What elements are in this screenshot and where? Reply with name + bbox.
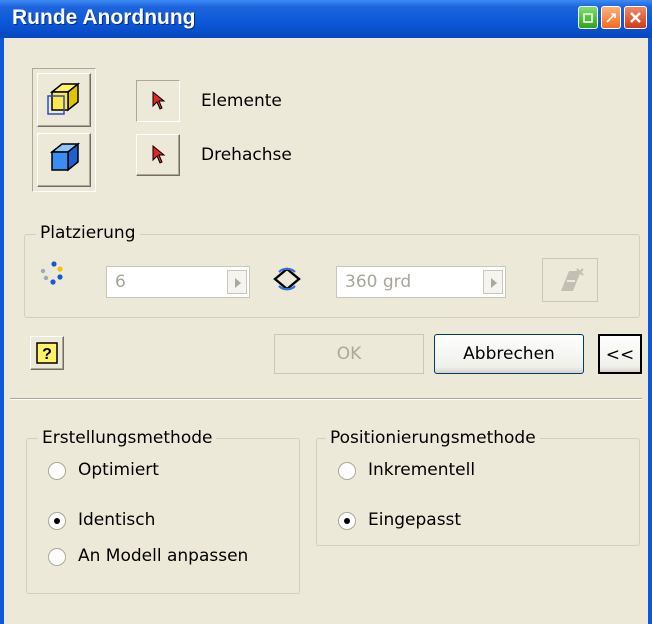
elements-selector-button[interactable] [136, 80, 180, 122]
mode-button-group [32, 68, 96, 192]
svg-text:?: ? [42, 346, 52, 363]
radio-fitted[interactable] [338, 512, 356, 530]
ok-button[interactable]: OK [274, 334, 424, 374]
select-arrow-icon [152, 145, 166, 164]
help-icon: ? [36, 342, 58, 364]
cancel-button[interactable]: Abbrechen [434, 334, 584, 374]
angle-input[interactable]: 360 grd [336, 266, 506, 298]
title-bar[interactable]: Runde Anordnung [0, 0, 652, 38]
feature-mode-button[interactable] [37, 73, 91, 127]
positioning-method-legend: Positionierungsmethode [326, 428, 540, 448]
separator [10, 398, 642, 400]
arrow-right-icon [235, 278, 241, 288]
radio-optimized-label: Optimiert [78, 460, 159, 480]
count-value: 6 [115, 272, 126, 292]
body-mode-button[interactable] [37, 133, 91, 187]
axis-label: Drehachse [201, 145, 292, 165]
radio-identical[interactable] [48, 512, 66, 530]
pattern-count-icon [40, 261, 63, 285]
midplane-icon [561, 268, 584, 291]
radio-incremental-label: Inkrementell [368, 460, 476, 480]
dialog-window: Runde Anordnung Elemente Drehachse Platz… [0, 0, 652, 624]
axis-selector-button[interactable] [136, 134, 180, 176]
close-button[interactable] [624, 6, 647, 29]
minimize-button[interactable] [578, 6, 598, 29]
radio-adjust-to-model[interactable] [48, 548, 66, 566]
angle-spin-button[interactable] [483, 270, 503, 294]
arrow-right-icon [491, 278, 497, 288]
radio-fitted-label: Eingepasst [368, 510, 462, 530]
flip-direction-icon[interactable] [270, 266, 304, 292]
radio-adjust-to-model-label: An Modell anpassen [78, 546, 249, 566]
select-arrow-icon [152, 91, 166, 110]
placement-legend: Platzierung [36, 223, 140, 243]
radio-incremental[interactable] [338, 462, 356, 480]
creation-method-group [26, 438, 300, 594]
creation-method-legend: Erstellungsmethode [38, 428, 217, 448]
window-border-right [648, 38, 652, 624]
count-input[interactable]: 6 [106, 266, 250, 298]
help-button[interactable] [601, 6, 621, 29]
collapse-button[interactable]: << [598, 334, 642, 374]
blue-cube-icon [49, 142, 81, 172]
positioning-method-group [316, 438, 640, 546]
count-spin-button[interactable] [227, 270, 247, 294]
window-title: Runde Anordnung [12, 6, 196, 29]
radio-identical-label: Identisch [78, 510, 156, 530]
yellow-cube-icon [47, 82, 81, 115]
midplane-button[interactable] [542, 258, 598, 302]
window-border-left [0, 38, 4, 624]
elements-label: Elemente [201, 91, 282, 111]
angle-value: 360 grd [345, 272, 412, 292]
help-button[interactable]: ? [30, 336, 64, 370]
radio-optimized[interactable] [48, 462, 66, 480]
